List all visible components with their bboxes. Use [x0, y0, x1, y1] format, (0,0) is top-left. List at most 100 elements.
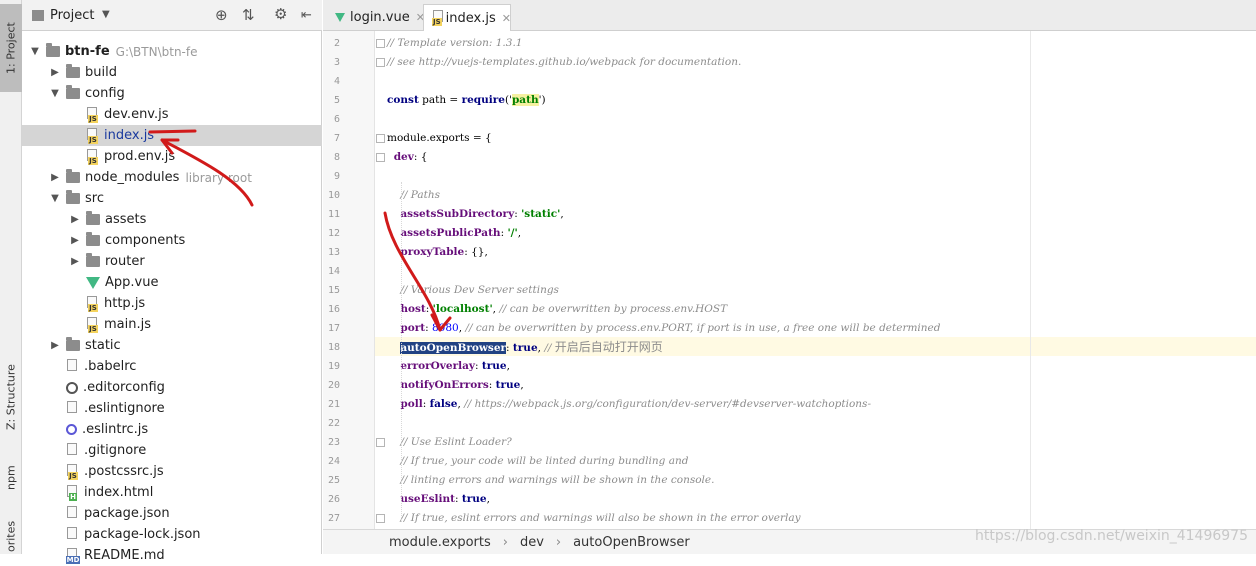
project-panel-header: Project ▼ ⊕ ⇅ ⚙ ⇤ [22, 0, 322, 31]
breadcrumb-item-auto-open-browser[interactable]: autoOpenBrowser [573, 535, 690, 550]
code-line[interactable]: // Various Dev Server settings [387, 281, 559, 300]
npm-tool-tab[interactable]: npm [0, 460, 22, 496]
tree-item[interactable]: .eslintrc.js [22, 419, 322, 440]
chevron-down-icon[interactable]: ▼ [102, 9, 110, 20]
chevron-right-icon[interactable]: ▶ [68, 213, 82, 227]
fold-marker-icon[interactable] [376, 134, 385, 143]
tab-login-vue[interactable]: login.vue ✕ [327, 4, 425, 31]
tree-item[interactable]: JS prod.env.js [22, 146, 322, 167]
fold-marker-icon[interactable] [376, 39, 385, 48]
eslint-icon [66, 424, 77, 435]
fold-marker-icon[interactable] [376, 58, 385, 67]
tree-item[interactable]: ▶ components [22, 230, 322, 251]
code-line[interactable]: notifyOnErrors: true, [387, 376, 523, 395]
tree-item[interactable]: .gitignore [22, 440, 322, 461]
breadcrumb-item-module-exports[interactable]: module.exports [389, 535, 491, 550]
chevron-right-icon[interactable]: ▶ [48, 339, 62, 353]
tree-item[interactable]: Hindex.html [22, 482, 322, 503]
tree-item[interactable]: ▼ src [22, 188, 322, 209]
code-line[interactable]: dev: { [387, 148, 428, 167]
code-line[interactable]: // Template version: 1.3.1 [387, 34, 522, 53]
tree-item[interactable]: package.json [22, 503, 322, 524]
code-line[interactable]: // Use Eslint Loader? [387, 433, 511, 452]
hide-panel-icon[interactable]: ⇤ [301, 8, 312, 23]
code-line[interactable]: errorOverlay: true, [387, 357, 510, 376]
project-tool-tab[interactable]: 1: Project [0, 4, 22, 92]
collapse-all-icon[interactable]: ⇅ [242, 6, 255, 24]
tree-item[interactable]: .babelrc [22, 356, 322, 377]
tree-item[interactable]: ▶ static [22, 335, 322, 356]
tree-item-label: README.md [84, 548, 165, 563]
tree-item-label: build [85, 65, 117, 80]
close-icon[interactable]: ✕ [502, 12, 511, 25]
gear-icon[interactable]: ⚙ [274, 5, 287, 23]
code-line[interactable]: // see http://vuejs-templates.github.io/… [387, 53, 741, 72]
code-line[interactable]: autoOpenBrowser: true, // 开启后自动打开网页 [387, 338, 663, 357]
tree-item[interactable]: ▼ config [22, 83, 322, 104]
tree-item[interactable]: App.vue [22, 272, 322, 293]
tree-item[interactable]: ▶ router [22, 251, 322, 272]
tree-item[interactable]: JS main.js [22, 314, 322, 335]
code-line[interactable]: assetsPublicPath: '/', [387, 224, 521, 243]
tree-item-label: .babelrc [84, 359, 137, 374]
line-number: 27 [327, 513, 340, 524]
line-number: 2 [333, 38, 340, 49]
chevron-down-icon[interactable]: ▼ [28, 45, 42, 59]
chevron-down-icon[interactable]: ▼ [48, 87, 62, 101]
tree-item-label: assets [105, 212, 147, 227]
tree-item[interactable]: .editorconfig [22, 377, 322, 398]
file-icon [66, 442, 80, 459]
code-line[interactable]: proxyTable: {}, [387, 243, 487, 262]
code-line[interactable]: // Paths [387, 186, 440, 205]
tree-item[interactable]: ▼ btn-fe G:\BTN\btn-fe [22, 41, 322, 62]
chevron-right-icon[interactable]: ▶ [68, 234, 82, 248]
code-line[interactable]: const path = require('path') [387, 91, 546, 110]
folder-icon [86, 211, 100, 225]
code-line[interactable]: host: 'localhost', // can be overwritten… [387, 300, 727, 319]
structure-tool-tab[interactable]: Z: Structure [0, 362, 22, 432]
line-number: 15 [327, 285, 340, 296]
line-number: 20 [327, 380, 340, 391]
tree-item-label: static [85, 338, 121, 353]
code-line[interactable]: // If true, your code will be linted dur… [387, 452, 688, 471]
code-line[interactable]: assetsSubDirectory: 'static', [387, 205, 563, 224]
chevron-down-icon[interactable]: ▼ [48, 192, 62, 206]
chevron-right-icon[interactable]: ▶ [68, 255, 82, 269]
line-number: 11 [327, 209, 340, 220]
tree-item[interactable]: package-lock.json [22, 524, 322, 545]
tree-item[interactable]: JS .postcssrc.js [22, 461, 322, 482]
tree-item[interactable]: ▶ assets [22, 209, 322, 230]
code-line[interactable]: useEslint: true, [387, 490, 490, 509]
tree-item-label: App.vue [105, 275, 159, 290]
tree-item[interactable]: ▶ node_modules library root [22, 167, 322, 188]
line-number: 23 [327, 437, 340, 448]
chevron-right-icon[interactable]: ▶ [48, 171, 62, 185]
locate-icon[interactable]: ⊕ [215, 6, 228, 24]
tree-item[interactable]: JS http.js [22, 293, 322, 314]
fold-marker-icon[interactable] [376, 153, 385, 162]
tab-index-js[interactable]: JS index.js ✕ [423, 4, 511, 31]
code-line[interactable]: // If true, eslint errors and warnings w… [387, 509, 800, 528]
favorites-tool-tab[interactable]: orites [0, 518, 22, 554]
tree-item[interactable]: JS dev.env.js [22, 104, 322, 125]
right-margin-guide [1030, 31, 1031, 529]
line-number: 25 [327, 475, 340, 486]
project-panel-title[interactable]: Project [50, 8, 94, 23]
fold-marker-icon[interactable] [376, 438, 385, 447]
code-line[interactable]: // linting errors and warnings will be s… [387, 471, 714, 490]
code-line[interactable]: poll: false, // https://webpack.js.org/c… [387, 395, 871, 414]
tree-item[interactable]: JS index.js [22, 125, 322, 146]
tree-item[interactable]: .eslintignore [22, 398, 322, 419]
fold-marker-icon[interactable] [376, 514, 385, 523]
tree-item[interactable]: ▶ build [22, 62, 322, 83]
breadcrumb-item-dev[interactable]: dev [520, 535, 544, 550]
code-line[interactable]: module.exports = { [387, 129, 492, 148]
tree-item[interactable]: MD README.md [22, 545, 322, 566]
chevron-right-icon[interactable]: ▶ [48, 66, 62, 80]
file-icon [66, 400, 80, 417]
code-line[interactable]: port: 8080, // can be overwritten by pro… [387, 319, 940, 338]
tree-item-hint: G:\BTN\btn-fe [115, 44, 198, 59]
